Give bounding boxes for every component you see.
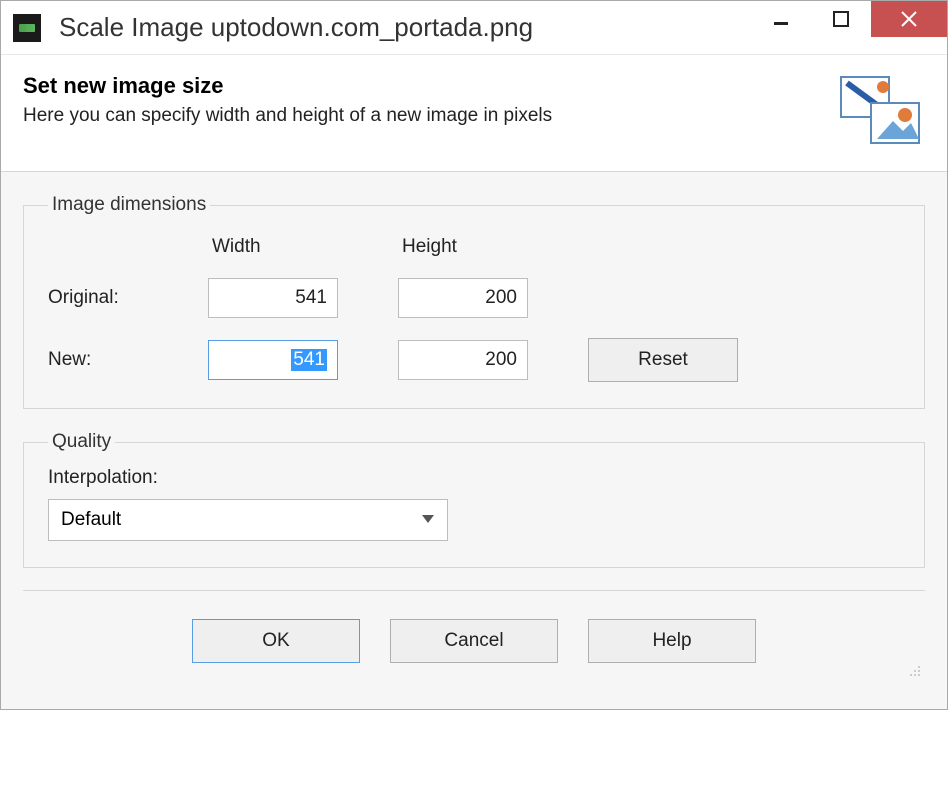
minimize-button[interactable] xyxy=(751,1,811,37)
cancel-button[interactable]: Cancel xyxy=(390,619,558,663)
window-controls xyxy=(751,1,947,54)
resize-grip-icon[interactable] xyxy=(905,663,921,679)
titlebar[interactable]: Scale Image uptodown.com_portada.png xyxy=(1,1,947,55)
header-panel: Set new image size Here you can specify … xyxy=(1,55,947,172)
chevron-down-icon xyxy=(421,511,435,529)
new-width-input[interactable]: 541 xyxy=(208,340,338,380)
height-column-header: Height xyxy=(398,236,558,258)
close-button[interactable] xyxy=(871,1,947,37)
original-width-field: 541 xyxy=(208,278,338,318)
new-label: New: xyxy=(48,349,178,371)
original-height-field: 200 xyxy=(398,278,528,318)
interpolation-select[interactable]: Default xyxy=(48,499,448,541)
maximize-button[interactable] xyxy=(811,1,871,37)
window-title: Scale Image uptodown.com_portada.png xyxy=(59,12,751,43)
reset-button[interactable]: Reset xyxy=(588,338,738,382)
dialog-body: Image dimensions Width Height Original: … xyxy=(1,172,947,709)
dialog-footer: OK Cancel Help xyxy=(23,590,925,683)
original-label: Original: xyxy=(48,287,178,309)
header-subtitle: Here you can specify width and height of… xyxy=(23,105,827,127)
interpolation-label: Interpolation: xyxy=(48,467,900,489)
new-height-input[interactable]: 200 xyxy=(398,340,528,380)
app-icon xyxy=(13,14,41,42)
image-dimensions-legend: Image dimensions xyxy=(48,194,210,216)
dialog-window: Scale Image uptodown.com_portada.png Set… xyxy=(0,0,948,710)
scale-image-icon xyxy=(837,73,925,149)
header-title: Set new image size xyxy=(23,73,827,99)
interpolation-selected-value: Default xyxy=(61,509,121,531)
width-column-header: Width xyxy=(208,236,368,258)
ok-button[interactable]: OK xyxy=(192,619,360,663)
image-dimensions-group: Image dimensions Width Height Original: … xyxy=(23,194,925,409)
quality-legend: Quality xyxy=(48,431,115,453)
help-button[interactable]: Help xyxy=(588,619,756,663)
quality-group: Quality Interpolation: Default xyxy=(23,431,925,568)
